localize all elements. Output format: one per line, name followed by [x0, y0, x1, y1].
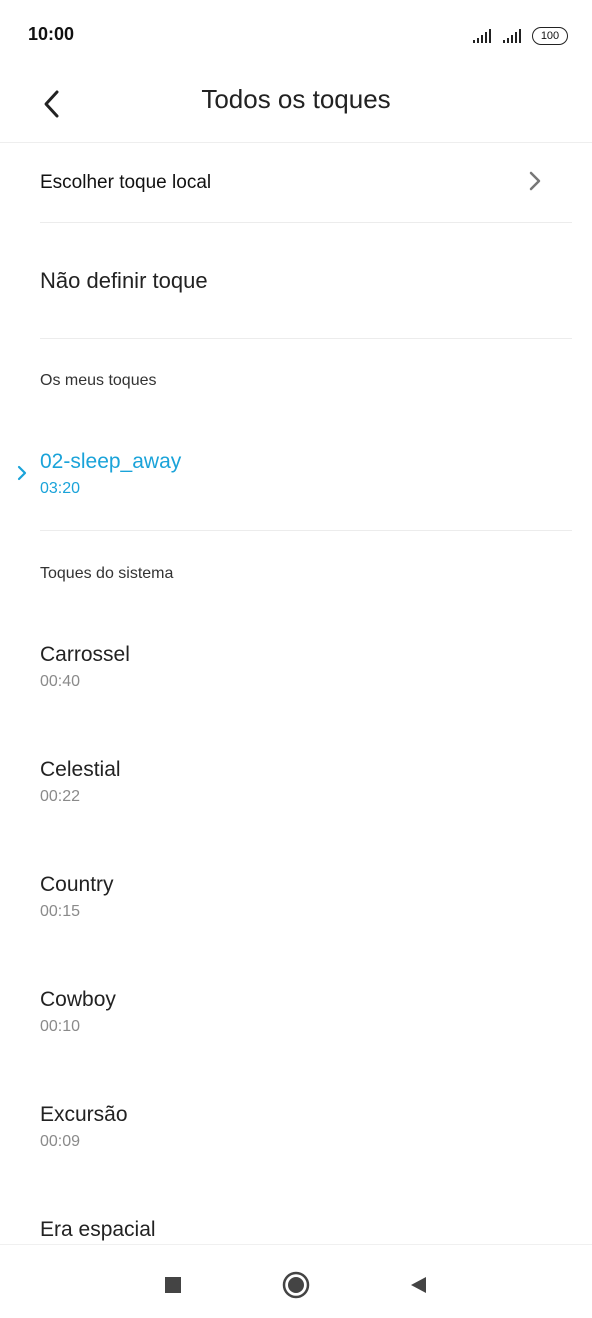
- tone-item[interactable]: Country 00:15: [40, 873, 572, 973]
- tone-duration: 00:22: [40, 788, 81, 805]
- battery-icon: 100: [532, 27, 568, 45]
- status-icons: 100: [472, 26, 568, 46]
- tone-duration: 00:09: [40, 1133, 81, 1150]
- no-tone-row[interactable]: Não definir toque: [40, 222, 572, 339]
- square-icon: [165, 1277, 181, 1293]
- signal-icon: [473, 29, 491, 43]
- no-tone-label: Não definir toque: [40, 268, 208, 293]
- tone-item-selected[interactable]: 02-sleep_away 03:20: [40, 450, 572, 550]
- system-nav-bar: [0, 1244, 592, 1317]
- tone-name: Celestial: [40, 758, 121, 781]
- tone-item[interactable]: Cowboy 00:10: [40, 988, 572, 1088]
- divider: [40, 530, 572, 531]
- tone-name: Country: [40, 873, 114, 896]
- tone-name: Cowboy: [40, 988, 116, 1011]
- choose-local-tone-label: Escolher toque local: [40, 172, 212, 193]
- tone-name: Era espacial: [40, 1218, 156, 1241]
- circle-icon: [282, 1271, 310, 1299]
- my-tones-heading: Os meus toques: [40, 372, 157, 389]
- app-header: Todos os toques: [0, 72, 592, 143]
- tone-duration: 00:40: [40, 673, 81, 690]
- nav-back-button[interactable]: [400, 1267, 436, 1303]
- choose-local-tone-row[interactable]: Escolher toque local: [40, 142, 572, 223]
- tone-duration: 00:15: [40, 903, 81, 920]
- status-time: 10:00: [28, 24, 75, 44]
- triangle-back-icon: [411, 1277, 426, 1293]
- tone-duration: 03:20: [40, 480, 81, 497]
- recents-button[interactable]: [155, 1267, 191, 1303]
- tone-item[interactable]: Excursão 00:09: [40, 1103, 572, 1203]
- page-title: Todos os toques: [201, 84, 391, 114]
- tone-duration: 00:10: [40, 1018, 81, 1035]
- system-tones-heading: Toques do sistema: [40, 565, 174, 582]
- home-button[interactable]: [278, 1267, 314, 1303]
- status-bar: 10:00 100: [0, 0, 592, 72]
- tone-name: Carrossel: [40, 643, 130, 666]
- tone-item[interactable]: Carrossel 00:40: [40, 643, 572, 743]
- signal-icon-2: [503, 29, 521, 43]
- selected-indicator-icon: [16, 464, 28, 487]
- tone-name: 02-sleep_away: [40, 450, 182, 473]
- tone-item[interactable]: Celestial 00:22: [40, 758, 572, 858]
- chevron-right-icon: [528, 170, 542, 197]
- tone-name: Excursão: [40, 1103, 128, 1126]
